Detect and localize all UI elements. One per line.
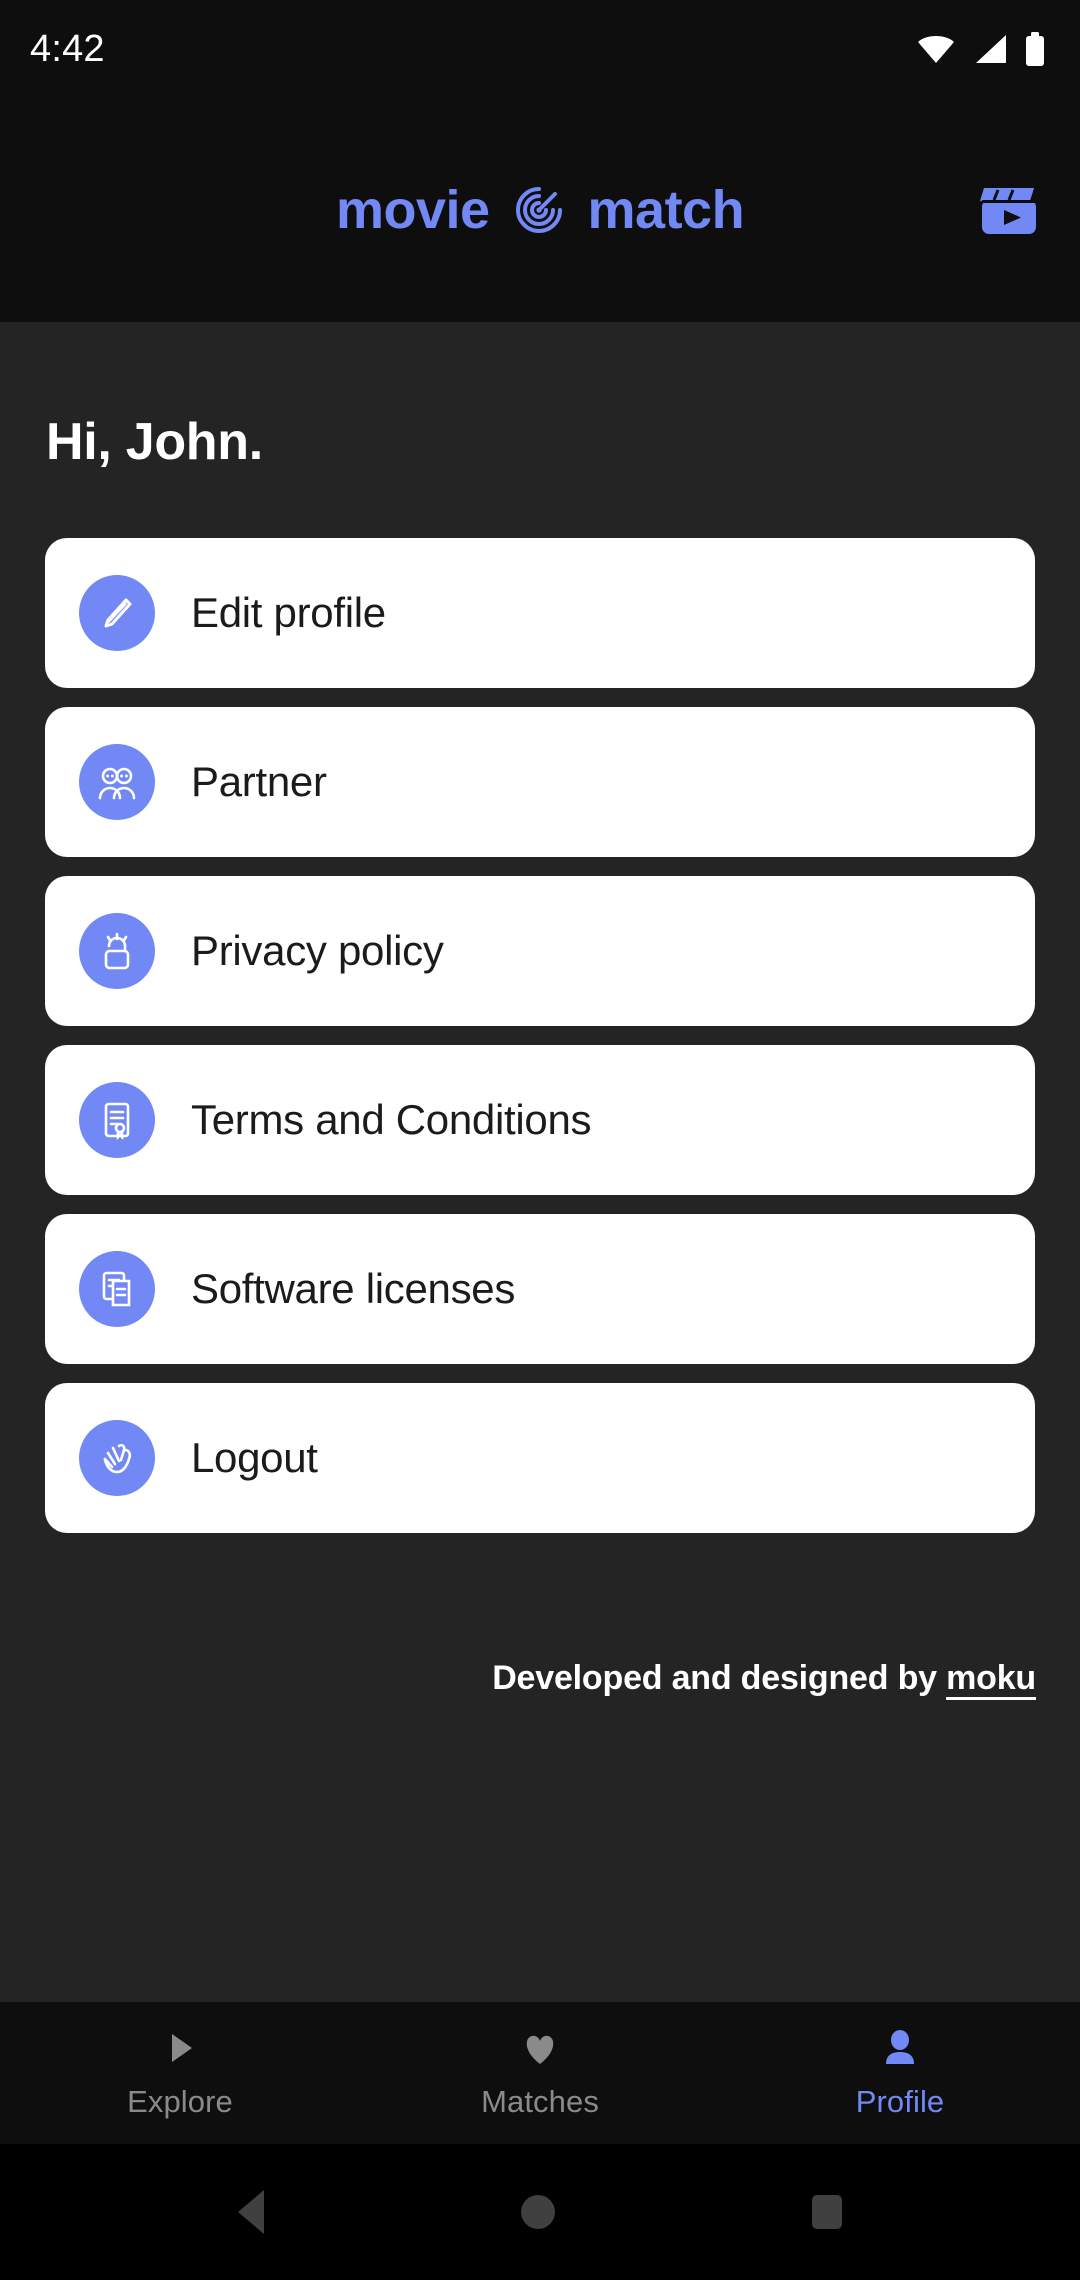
moku-link[interactable]: moku bbox=[946, 1659, 1036, 1697]
menu-item-label: Partner bbox=[191, 758, 327, 805]
credit-prefix: Developed and designed by bbox=[492, 1659, 947, 1697]
menu-item-software-licenses[interactable]: Software licenses bbox=[45, 1214, 1035, 1364]
phone-screen: 4:42 movie match Hi, John. Edit profile … bbox=[0, 0, 1080, 2280]
waving-hand-icon bbox=[79, 1420, 155, 1496]
radar-spiral-icon bbox=[508, 179, 570, 241]
menu-item-label: Terms and Conditions bbox=[191, 1096, 592, 1143]
developer-credit: Developed and designed by moku bbox=[0, 1659, 1080, 1698]
android-system-navigation bbox=[0, 2144, 1080, 2280]
movie-clapperboard-icon[interactable] bbox=[972, 173, 1046, 247]
menu-item-label: Privacy policy bbox=[191, 927, 444, 974]
recents-square-icon[interactable] bbox=[811, 2195, 842, 2229]
nav-tab-profile[interactable]: Profile bbox=[720, 2026, 1080, 2120]
brand-word-left: movie bbox=[335, 180, 490, 240]
cellular-signal-icon bbox=[972, 33, 1008, 65]
back-triangle-icon[interactable] bbox=[238, 2190, 265, 2234]
app-bar: movie match bbox=[0, 98, 1080, 322]
status-bar-icons bbox=[916, 32, 1046, 66]
battery-icon bbox=[1024, 32, 1046, 66]
lock-alert-icon bbox=[79, 913, 155, 989]
nav-tab-label: Profile bbox=[855, 2084, 945, 2119]
menu-item-label: Logout bbox=[191, 1434, 318, 1481]
stacked-documents-icon bbox=[79, 1251, 155, 1327]
menu-item-partner[interactable]: Partner bbox=[45, 707, 1035, 857]
menu-item-privacy-policy[interactable]: Privacy policy bbox=[45, 876, 1035, 1026]
play-triangle-icon bbox=[158, 2026, 202, 2070]
nav-tab-explore[interactable]: Explore bbox=[0, 2026, 360, 2120]
person-icon bbox=[878, 2026, 922, 2070]
heart-icon bbox=[518, 2026, 562, 2070]
status-bar-clock: 4:42 bbox=[30, 27, 105, 70]
wifi-icon bbox=[916, 33, 956, 65]
home-circle-icon[interactable] bbox=[520, 2195, 555, 2229]
menu-item-edit-profile[interactable]: Edit profile bbox=[45, 538, 1035, 688]
profile-menu-list: Edit profile Partner Privacy policy Term… bbox=[0, 538, 1080, 1533]
status-bar: 4:42 bbox=[0, 0, 1080, 98]
bottom-navigation-bar: Explore Matches Profile bbox=[0, 2002, 1080, 2144]
menu-item-label: Software licenses bbox=[191, 1265, 516, 1312]
two-people-icon bbox=[79, 744, 155, 820]
certificate-document-icon bbox=[79, 1082, 155, 1158]
nav-tab-matches[interactable]: Matches bbox=[360, 2026, 720, 2120]
menu-item-logout[interactable]: Logout bbox=[45, 1383, 1035, 1533]
app-logo: movie match bbox=[335, 179, 745, 241]
nav-tab-label: Explore bbox=[127, 2084, 233, 2119]
main-content: Hi, John. Edit profile Partner Privacy p… bbox=[0, 322, 1080, 2002]
page-title: Hi, John. bbox=[46, 413, 263, 471]
pencil-icon bbox=[79, 575, 155, 651]
menu-item-terms-and-conditions[interactable]: Terms and Conditions bbox=[45, 1045, 1035, 1195]
brand-word-right: match bbox=[587, 180, 745, 240]
nav-tab-label: Matches bbox=[481, 2084, 599, 2119]
menu-item-label: Edit profile bbox=[191, 589, 386, 636]
